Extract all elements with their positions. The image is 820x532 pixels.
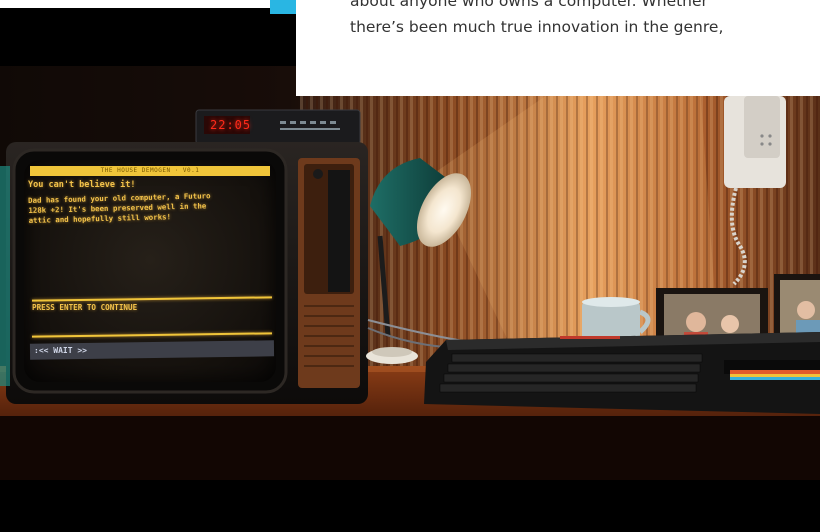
screen-title-bar: THE HOUSE DEMOGEN · V0.1 xyxy=(30,166,270,176)
page-top-strip xyxy=(0,0,270,8)
accent-block xyxy=(270,0,296,14)
article-text-box: about anyone who owns a computer. Whethe… xyxy=(296,0,820,96)
crt-screen: THE HOUSE DEMOGEN · V0.1 You can't belie… xyxy=(24,160,276,382)
continue-prompt[interactable]: PRESS ENTER TO CONTINUE xyxy=(32,303,137,312)
article-body: about anyone who owns a computer. Whethe… xyxy=(350,0,810,40)
screen-divider-top xyxy=(31,296,273,302)
wait-indicator: :<< WAIT >> xyxy=(34,346,87,355)
screen-headline: You can't believe it! xyxy=(28,180,136,190)
game-screenshot: 22:05 THE HOUSE DEMOGEN · V0.1 You can't… xyxy=(0,66,820,480)
article-line-1: about anyone who owns a computer. Whethe… xyxy=(350,0,708,10)
article-line-2: there’s been much true innovation in the… xyxy=(350,18,724,36)
clock-display: 22:05 xyxy=(210,118,252,132)
screen-message: Dad has found your old computer, a Futur… xyxy=(28,191,211,225)
screen-divider-bottom xyxy=(31,332,273,338)
